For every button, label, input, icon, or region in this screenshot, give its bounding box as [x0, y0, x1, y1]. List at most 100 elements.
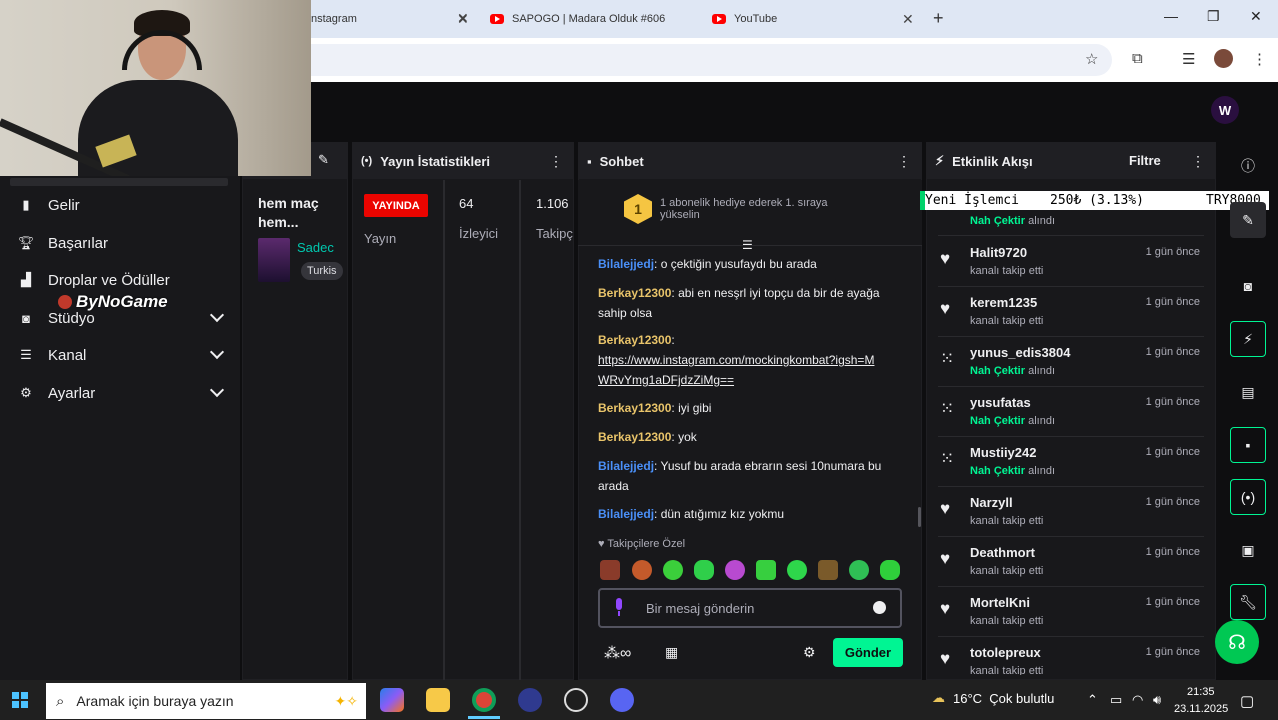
chrome-icon[interactable] [472, 688, 496, 712]
category-thumbnail[interactable] [258, 238, 290, 282]
star-icon[interactable]: ☆ [1085, 50, 1098, 68]
new-tab-button[interactable]: + [933, 8, 944, 29]
tab-instagram[interactable]: nstagram ✕ [311, 4, 471, 34]
chevron-up-icon[interactable]: ⌃ [1087, 692, 1098, 708]
maximize-button[interactable]: ❐ [1207, 8, 1220, 25]
collapse-banner-icon[interactable]: ☰ [742, 238, 753, 252]
panel-title: Etkinlik Akışı [952, 153, 1033, 169]
menu-icon[interactable]: ⋮ [1252, 50, 1267, 68]
close-tab-icon[interactable]: ✕ [902, 11, 914, 28]
activity-item[interactable]: ♥ kerem1235 1 gün önce kanalı takip etti [938, 287, 1204, 337]
more-options-icon[interactable]: ⋮ [549, 153, 563, 170]
taskbar-search[interactable]: ⌕ Aramak için buraya yazın ✦✧ [46, 683, 366, 719]
category-link[interactable]: Sadec [297, 240, 334, 255]
activity-item[interactable]: ♥ MortelKni 1 gün önce kanalı takip etti [938, 587, 1204, 637]
profile-avatar[interactable] [1214, 49, 1233, 68]
chat-username[interactable]: Bilalejjedj [598, 507, 654, 521]
emote[interactable] [818, 560, 838, 580]
send-button[interactable]: Gönder [833, 638, 903, 667]
discord-icon[interactable] [610, 688, 634, 712]
activity-item[interactable]: ♥ Narzyll 1 gün önce kanalı takip etti [938, 487, 1204, 537]
chat-settings-icon[interactable]: ⚙ [803, 644, 816, 661]
chat-username[interactable]: Berkay12300 [598, 333, 671, 347]
chat-username[interactable]: Bilalejjedj [598, 459, 654, 473]
sidebar-item-kanal[interactable]: ☰ Kanal [18, 340, 228, 370]
emote[interactable] [725, 560, 745, 580]
obs-icon[interactable] [564, 688, 588, 712]
notification-icon[interactable]: ▢ [1240, 692, 1254, 710]
emote[interactable] [600, 560, 620, 580]
windows-start-icon[interactable] [12, 692, 28, 708]
close-tab-icon[interactable]: ✕ [457, 10, 469, 27]
weather-widget[interactable]: ☁ 16°C Çok bulutlu [932, 690, 1054, 706]
user-avatar[interactable]: W [1211, 96, 1239, 124]
bits-icon[interactable]: ⁂∞ [604, 643, 631, 663]
chat-username[interactable]: Berkay12300 [598, 286, 671, 300]
activity-item[interactable]: ♥ totolepreux 1 gün önce kanalı takip et… [938, 637, 1204, 675]
chat-username[interactable]: Berkay12300 [598, 430, 671, 444]
lightning-icon[interactable]: ⚡︎ [1230, 321, 1266, 357]
stream-tag[interactable]: Turkis [301, 262, 343, 280]
edit-icon[interactable]: ✎ [1230, 202, 1266, 238]
file-explorer-icon[interactable] [426, 688, 450, 712]
address-bar[interactable] [300, 44, 1112, 76]
reward-suffix: alındı [1028, 465, 1056, 477]
active-app-indicator [468, 716, 500, 719]
sidebar-item-gelir[interactable]: ▮ Gelir [18, 190, 228, 220]
more-options-icon[interactable]: ⋮ [1191, 153, 1205, 170]
activity-item[interactable]: ♥ Deathmort 1 gün önce kanalı takip etti [938, 537, 1204, 587]
emote[interactable] [880, 560, 900, 580]
activity-item[interactable]: ⁙ yusufatas 1 gün önce Nah Çektir alındı [938, 387, 1204, 437]
sidebar-item-ayarlar[interactable]: ⚙ Ayarlar [18, 378, 228, 408]
youtube-icon [490, 14, 504, 24]
clock-time[interactable]: 21:35 [1187, 686, 1215, 698]
tab-label: SAPOGO | Madara Olduk #606 [512, 13, 666, 25]
close-window-button[interactable]: ✕ [1250, 8, 1262, 25]
stream-title: hem maç hem... [258, 195, 319, 230]
clock-date[interactable]: 23.11.2025 [1174, 703, 1228, 715]
sidebar-item-label: Kanal [48, 346, 87, 364]
tab-sapogo[interactable]: SAPOGO | Madara Olduk #606 [490, 4, 700, 34]
chat-username[interactable]: Bilalejjedj [598, 257, 654, 271]
activity-item[interactable]: ♥ Halit9720 1 gün önce kanalı takip etti [938, 237, 1204, 287]
emote-picker-icon[interactable] [873, 601, 886, 614]
volume-icon[interactable]: 🔊︎ [1153, 692, 1161, 708]
emote[interactable] [787, 560, 807, 580]
media-icon[interactable]: ☰ [1182, 50, 1195, 68]
panel-title: Sohbet [599, 153, 644, 169]
sidebar-item-basarilar[interactable]: 🏆︎ Başarılar [18, 228, 228, 258]
microphone-icon[interactable] [614, 598, 624, 616]
filter-button[interactable]: Filtre [1129, 153, 1161, 168]
support-chat-icon[interactable]: ☊ [1215, 620, 1259, 664]
broadcast-icon[interactable]: (•) [1230, 479, 1266, 515]
minimize-button[interactable]: — [1164, 8, 1178, 24]
chat-username[interactable]: Berkay12300 [598, 401, 671, 415]
activity-item[interactable]: ⁙ yunus_edis3804 1 gün önce Nah Çektir a… [938, 337, 1204, 387]
more-options-icon[interactable]: ⋮ [897, 153, 911, 170]
activity-item[interactable]: ⁙ Mustiiy242 1 gün önce Nah Çektir alınd… [938, 437, 1204, 487]
screenshot-icon[interactable]: ◙ [1230, 268, 1266, 304]
wrench-icon[interactable]: 🔧︎ [1230, 584, 1266, 620]
heart-icon: ♥ [598, 538, 605, 550]
edit-icon[interactable]: ✎ [318, 152, 329, 168]
layout-icon[interactable]: ▣ [1230, 532, 1266, 568]
emote[interactable] [756, 560, 776, 580]
emote[interactable] [694, 560, 714, 580]
wifi-icon[interactable]: ◠ [1132, 692, 1143, 708]
youtube-icon [712, 14, 726, 24]
chat-scrollbar[interactable] [918, 507, 921, 527]
emote[interactable] [632, 560, 652, 580]
tab-youtube[interactable]: YouTube ✕ [712, 4, 914, 34]
chat-link[interactable]: https://www.instagram.com/mockingkombat?… [598, 353, 874, 387]
copilot-icon[interactable] [380, 688, 404, 712]
notes-icon[interactable]: ▤ [1230, 374, 1266, 410]
info-icon[interactable]: ⓘ [1230, 148, 1266, 184]
store-icon[interactable]: ▦ [665, 644, 678, 661]
extensions-icon[interactable]: ⧉ [1132, 50, 1143, 67]
network-icon[interactable]: ▭ [1110, 692, 1122, 708]
chat-icon[interactable]: ▪ [1230, 427, 1266, 463]
app-icon[interactable] [518, 688, 542, 712]
sidebar-item-droplar[interactable]: ▟ Droplar ve Ödüller [18, 265, 228, 295]
emote[interactable] [663, 560, 683, 580]
emote[interactable] [849, 560, 869, 580]
